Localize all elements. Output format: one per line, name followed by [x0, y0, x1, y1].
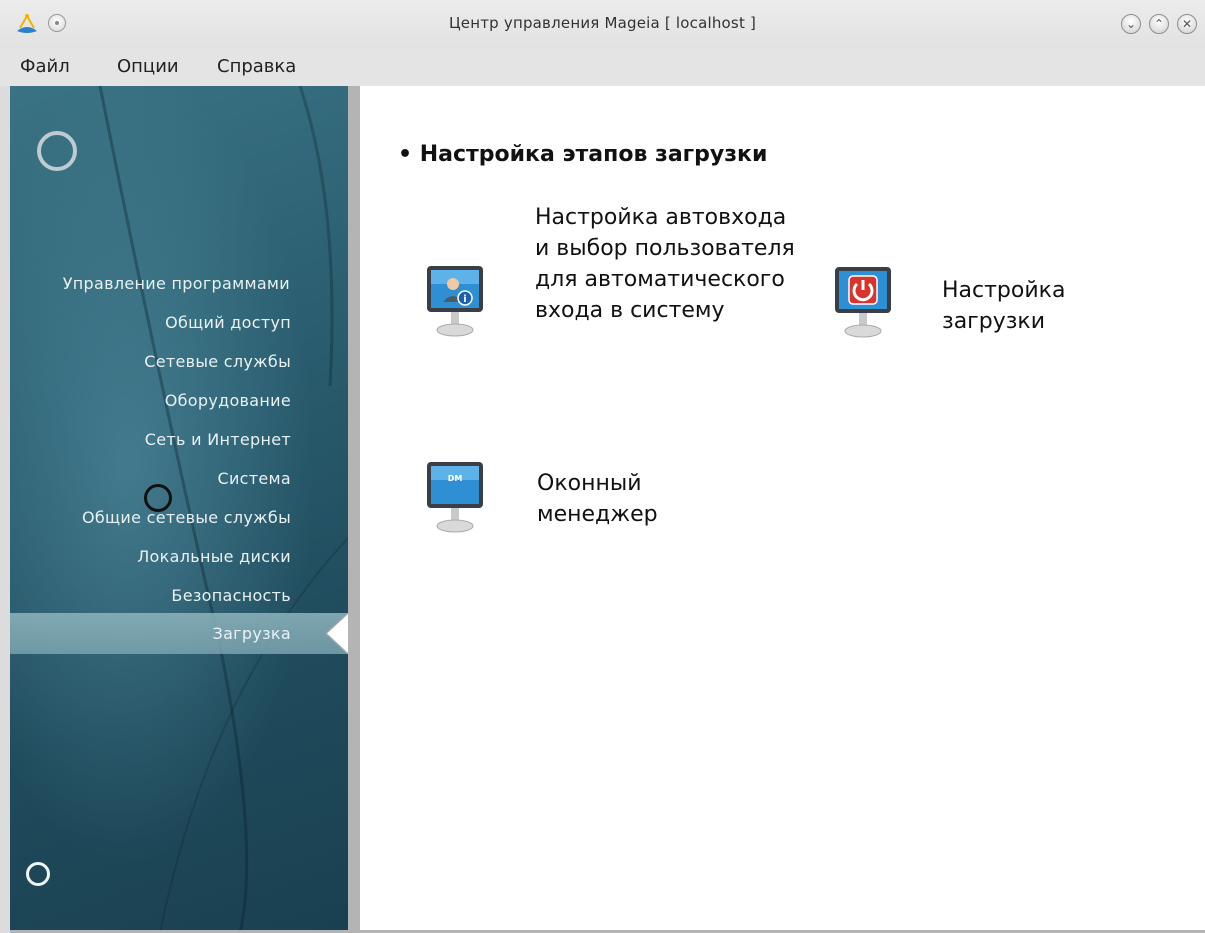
sidebar-item-network-services[interactable]: Сетевые службы	[144, 352, 291, 371]
window-title: Центр управления Mageia [ localhost ]	[448, 14, 757, 32]
sidebar-item-software-management[interactable]: Управление программами	[63, 274, 290, 293]
menu-help[interactable]: Справка	[217, 56, 296, 77]
maximize-button[interactable]: ⌃	[1149, 14, 1169, 34]
sidebar-item-local-disks[interactable]: Локальные диски	[137, 547, 291, 566]
section-title-text: Настройка этапов загрузки	[419, 142, 768, 167]
selection-arrow-icon	[324, 613, 348, 654]
main-panel: • Настройка этапов загрузки i Настройка …	[360, 86, 1205, 933]
tool-autologin-label: Настройка автовхода и выбор пользователя…	[535, 205, 795, 323]
sidebar-item-shared-network-services[interactable]: Общие сетевые службы	[82, 508, 291, 527]
section-title: • Настройка этапов загрузки	[398, 142, 768, 167]
category-sidebar: Управление программами Общий доступ Сете…	[10, 86, 348, 933]
sidebar-item-system[interactable]: Система	[217, 469, 291, 488]
sidebar-item-security[interactable]: Безопасность	[171, 586, 291, 605]
tool-boot-config[interactable]: Настройка загрузки	[825, 261, 1125, 351]
decor-ring-small-icon	[26, 862, 50, 886]
maximize-icon: ⌃	[1153, 17, 1165, 31]
tool-autologin[interactable]: i Настройка автовхода и выбор пользовате…	[415, 202, 795, 422]
menu-file[interactable]: Файл	[20, 56, 70, 77]
menu-bar: Файл Опции Справка	[0, 48, 1205, 86]
boot-power-monitor-icon	[835, 267, 891, 338]
title-bar: Центр управления Mageia [ localhost ] ⌄ …	[0, 0, 1205, 48]
dm-icon-text: DM	[448, 474, 463, 483]
tool-display-manager-label: Оконный менеджер	[537, 471, 658, 527]
tool-display-manager[interactable]: DM Оконный менеджер	[415, 456, 755, 546]
decor-ring-icon	[37, 131, 77, 171]
sidebar-separator	[348, 86, 360, 933]
menu-options[interactable]: Опции	[117, 56, 179, 77]
display-manager-monitor-icon: DM	[427, 462, 483, 533]
sidebar-item-hardware[interactable]: Оборудование	[165, 391, 291, 410]
tool-boot-config-label: Настройка загрузки	[942, 278, 1066, 334]
close-icon: ✕	[1181, 17, 1193, 31]
minimize-button[interactable]: ⌄	[1121, 14, 1141, 34]
sidebar-item-boot[interactable]: Загрузка	[213, 624, 291, 643]
cursor-ring-icon	[144, 484, 172, 512]
svg-text:i: i	[463, 294, 466, 305]
minimize-icon: ⌄	[1125, 17, 1137, 31]
selected-category-highlight	[10, 613, 348, 654]
sidebar-item-sharing[interactable]: Общий доступ	[165, 313, 291, 332]
autologin-monitor-icon: i	[427, 266, 483, 337]
sidebar-item-network-internet[interactable]: Сеть и Интернет	[145, 430, 291, 449]
close-button[interactable]: ✕	[1177, 14, 1197, 34]
